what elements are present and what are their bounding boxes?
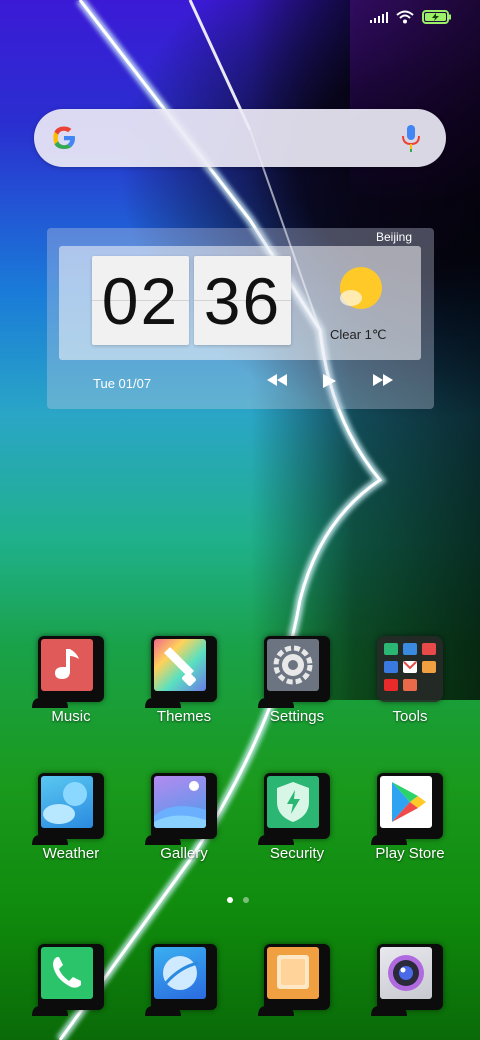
app-label: Music — [51, 708, 91, 725]
weather-label: Clear 1℃ — [330, 327, 387, 342]
dock-camera[interactable] — [355, 940, 465, 1016]
camera-icon — [380, 947, 432, 999]
browser-icon — [154, 947, 206, 999]
folder-icon — [384, 643, 436, 691]
app-gallery[interactable]: Gallery — [129, 769, 239, 862]
dock-notes[interactable] — [242, 940, 352, 1016]
app-settings[interactable]: Settings — [242, 632, 352, 725]
signal-icon — [370, 11, 388, 23]
dock-browser[interactable] — [129, 940, 239, 1016]
page-dot-active — [227, 897, 233, 903]
app-label: Tools — [392, 708, 428, 725]
app-play-store[interactable]: Play Store — [355, 769, 465, 862]
sun-cloud-icon — [340, 267, 382, 309]
clock-hour: 02 — [92, 256, 189, 345]
city-label: Beijing — [375, 230, 412, 244]
mic-icon[interactable] — [400, 123, 422, 153]
google-logo — [53, 126, 75, 149]
previous-icon[interactable] — [265, 373, 289, 387]
shield-icon — [267, 776, 319, 828]
google-search-bar[interactable] — [34, 109, 446, 167]
themes-icon — [154, 639, 206, 691]
notes-icon — [267, 947, 319, 999]
date-label: Tue 01/07 — [93, 376, 152, 391]
app-label: Security — [269, 845, 325, 862]
wifi-icon — [396, 10, 414, 24]
play-icon[interactable] — [321, 373, 337, 389]
music-icon — [41, 639, 93, 691]
status-bar — [370, 10, 452, 24]
page-indicator — [227, 897, 249, 903]
phone-icon — [41, 947, 93, 999]
app-label: Gallery — [160, 845, 208, 862]
gallery-icon — [154, 776, 206, 828]
app-label: Weather — [42, 845, 100, 862]
weather-icon — [41, 776, 93, 828]
app-weather[interactable]: Weather — [16, 769, 126, 862]
gear-icon — [267, 639, 319, 691]
play-store-icon — [380, 776, 432, 828]
app-label: Themes — [156, 708, 212, 725]
page-dot — [243, 897, 249, 903]
app-label: Play Store — [375, 845, 445, 862]
clock-minute: 36 — [194, 256, 291, 345]
app-security[interactable]: Security — [242, 769, 352, 862]
dock-phone[interactable] — [16, 940, 126, 1016]
wallpaper-purple-glow — [350, 0, 480, 200]
app-music[interactable]: Music — [16, 632, 126, 725]
app-label: Settings — [269, 708, 325, 725]
clock-weather-widget[interactable]: Beijing 02 36 Clear 1℃ Tue 01/07 — [47, 228, 434, 409]
battery-charging-icon — [422, 10, 451, 24]
next-icon[interactable] — [371, 373, 395, 387]
folder-tools[interactable]: Tools — [355, 632, 465, 725]
app-themes[interactable]: Themes — [129, 632, 239, 725]
